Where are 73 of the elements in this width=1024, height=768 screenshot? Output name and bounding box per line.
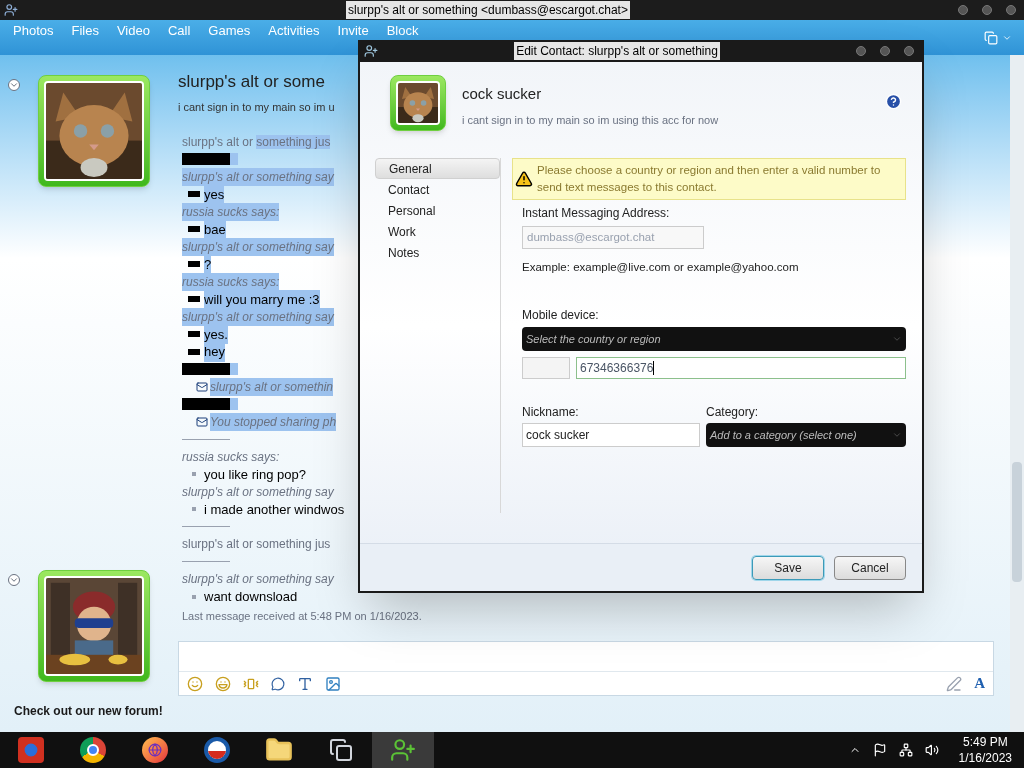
message-text: hey <box>204 342 225 362</box>
message-text: want downsload <box>204 588 298 606</box>
field-label: Mobile device: <box>522 307 600 325</box>
status-line: slurpp's alt or something jus <box>182 133 331 151</box>
save-button[interactable]: Save <box>752 555 824 580</box>
field-label: Category: <box>706 404 760 422</box>
last-message-note: Last message received at 5:48 PM on 1/16/2023. <box>182 608 423 624</box>
scrollbar[interactable] <box>1010 55 1024 732</box>
message-text: you like ring pop? <box>204 465 306 484</box>
section-tab[interactable]: Notes <box>375 242 500 263</box>
window-control[interactable] <box>982 5 992 15</box>
clock-time[interactable]: 5:49 PM <box>962 734 1008 750</box>
font-color-button[interactable]: A <box>974 672 985 695</box>
message-text: bae <box>204 219 226 239</box>
notice-text: slurpp's alt or somethin <box>210 377 333 396</box>
category-select[interactable]: Add to a category (select one) <box>706 423 906 448</box>
contact-status: i cant sign in to my main so im u <box>178 99 335 115</box>
section-tab[interactable]: Work <box>375 221 500 242</box>
browser-icon[interactable] <box>142 737 168 763</box>
contact-status: i cant sign in to my main so im using this acc for now <box>462 112 719 128</box>
envelope-icon <box>196 380 208 393</box>
expand-icon[interactable] <box>8 79 20 91</box>
promo-link[interactable]: Check out our new forum! <box>0 702 178 720</box>
country-select[interactable]: Select the country or region <box>522 327 906 352</box>
warning-icon <box>515 170 533 188</box>
speech-icon[interactable] <box>271 676 285 691</box>
sender-line: slurpp's alt or something say <box>182 483 334 501</box>
window-control[interactable] <box>1006 5 1016 15</box>
message-text: i made another windwos <box>204 500 345 519</box>
window-control[interactable] <box>880 46 890 56</box>
volume-icon[interactable] <box>924 743 939 757</box>
im-address-field: dumbass@escargot.chat <box>522 226 704 249</box>
add-contact-icon <box>364 44 378 58</box>
envelope-icon <box>196 415 208 428</box>
warning-text: Please choose a country or region and then enter a valid number to send text messages to this contact. <box>537 163 882 195</box>
section-tab[interactable]: Personal <box>375 200 500 221</box>
contact-name: slurpp's alt or some <box>178 71 325 93</box>
clock-date[interactable]: 1/16/2023 <box>958 750 1012 766</box>
phone-number-field[interactable]: 67346366376 <box>576 357 906 380</box>
expand-icon[interactable] <box>8 574 20 586</box>
status-line: slurpp's alt or something jus <box>182 536 331 554</box>
sender-line: slurpp's alt or something say <box>182 571 334 589</box>
notice-text: You stopped sharing ph <box>210 412 337 431</box>
people-icon[interactable] <box>390 737 416 763</box>
message-text: will you marry me :3 <box>204 289 320 309</box>
font-icon[interactable] <box>297 675 313 692</box>
network-icon[interactable] <box>898 743 913 757</box>
country-code-field[interactable] <box>522 357 570 380</box>
message-text: ? <box>204 254 212 274</box>
circle-logo-icon[interactable] <box>204 737 230 763</box>
folder-icon[interactable] <box>265 736 293 764</box>
cancel-button[interactable]: Cancel <box>834 555 906 580</box>
background-icon[interactable] <box>325 675 341 692</box>
section-tab[interactable]: Contact <box>375 179 500 200</box>
window-control[interactable] <box>856 46 866 56</box>
section-tab[interactable]: General <box>375 158 500 179</box>
contact-nickname: cock sucker <box>462 84 543 104</box>
compose-box[interactable]: A <box>178 641 994 696</box>
help-icon[interactable] <box>885 93 902 110</box>
example-text: Example: example@live.com or example@yahoo.com <box>522 260 800 275</box>
message-text: yes <box>204 184 225 204</box>
field-label: Nickname: <box>522 404 580 422</box>
nickname-field[interactable]: cock sucker <box>522 423 700 448</box>
field-label: Instant Messaging Address: <box>522 205 671 222</box>
pen-icon[interactable] <box>946 675 963 692</box>
dialog-title: Edit Contact: slurpp's alt or something <box>514 42 720 60</box>
sender-line: russia sucks says: <box>182 448 280 466</box>
window-control[interactable] <box>904 46 914 56</box>
messenger-icon <box>4 3 18 17</box>
browser-icon[interactable] <box>80 737 106 763</box>
window-control[interactable] <box>958 5 968 15</box>
flag-icon[interactable] <box>872 743 887 757</box>
window-title: slurpp's alt or something <dumbass@escargot.chat> <box>346 1 630 19</box>
